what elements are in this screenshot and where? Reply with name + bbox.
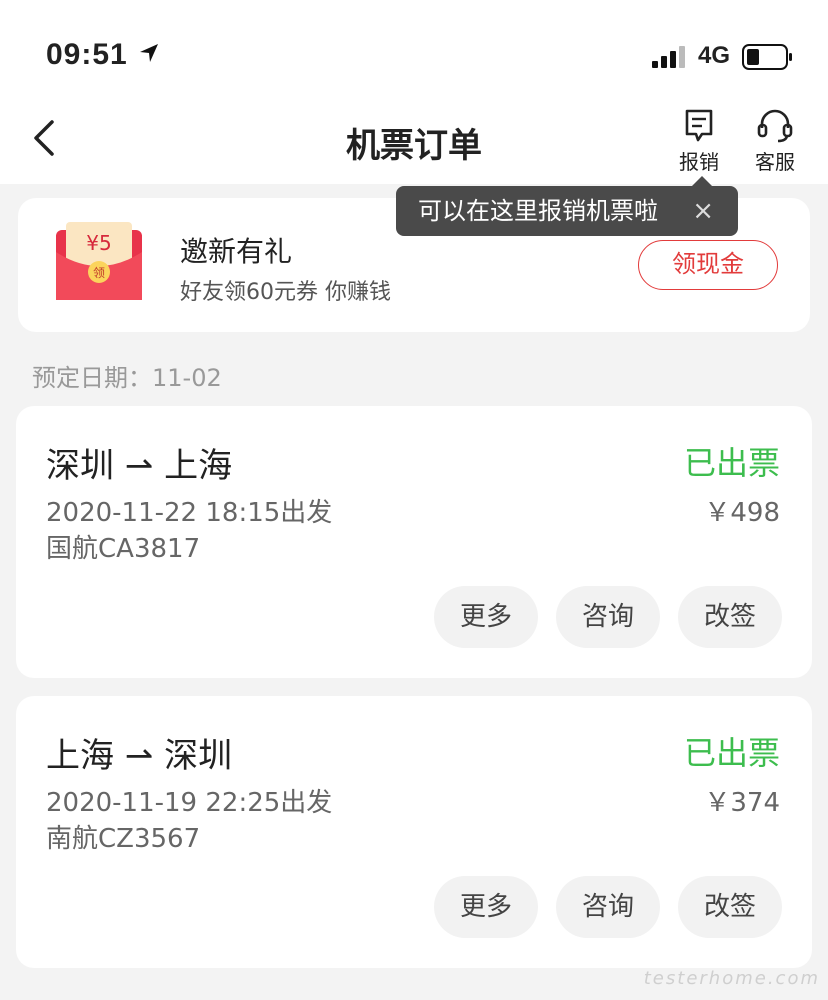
order-actions: 更多 咨询 改签 — [434, 586, 782, 648]
ticket-price: ￥498 — [704, 498, 780, 528]
red-envelope-icon: ¥5 领 — [56, 222, 142, 300]
receipt-icon — [685, 109, 713, 142]
consult-button[interactable]: 咨询 — [556, 876, 660, 938]
more-button[interactable]: 更多 — [434, 876, 538, 938]
booking-date: 预定日期：11-02 — [32, 364, 222, 392]
customer-service-button[interactable]: 客服 — [745, 108, 805, 175]
close-icon[interactable]: × — [692, 186, 714, 236]
status-bar: 09:51 4G — [0, 0, 828, 100]
nav-bar: 机票订单 报销 客服 — [0, 100, 828, 184]
consult-button[interactable]: 咨询 — [556, 586, 660, 648]
departure-time: 2020-11-19 22:25出发 — [46, 788, 333, 818]
order-card[interactable]: 上海 ⇀ 深圳 已出票 2020-11-19 22:25出发 ￥374 南航CZ… — [16, 696, 812, 968]
flight-number: 国航CA3817 — [46, 534, 201, 564]
watermark: testerhome.com — [643, 968, 820, 989]
claim-cash-button[interactable]: 领现金 — [638, 240, 778, 290]
signal-icon — [652, 46, 685, 68]
reimburse-button[interactable]: 报销 — [669, 108, 729, 175]
change-ticket-button[interactable]: 改签 — [678, 586, 782, 648]
envelope-badge: 领 — [93, 266, 105, 280]
battery-icon — [742, 44, 792, 70]
flight-number: 南航CZ3567 — [46, 824, 201, 854]
reimburse-tooltip: 可以在这里报销机票啦 × — [396, 176, 738, 236]
tooltip-text: 可以在这里报销机票啦 — [418, 197, 658, 225]
more-button[interactable]: 更多 — [434, 586, 538, 648]
status-time: 09:51 — [46, 38, 128, 71]
change-ticket-button[interactable]: 改签 — [678, 876, 782, 938]
flight-route: 深圳 ⇀ 上海 — [46, 446, 233, 486]
order-card[interactable]: 深圳 ⇀ 上海 已出票 2020-11-22 18:15出发 ￥498 国航CA… — [16, 406, 812, 678]
envelope-amount: ¥5 — [86, 231, 111, 255]
flight-route: 上海 ⇀ 深圳 — [46, 736, 233, 776]
promo-title: 邀新有礼 — [180, 235, 293, 268]
promo-subtitle: 好友领60元券 你赚钱 — [180, 280, 391, 305]
ticket-price: ￥374 — [704, 788, 780, 818]
network-type: 4G — [698, 42, 731, 69]
ticket-status: 已出票 — [683, 444, 780, 482]
reimburse-label: 报销 — [679, 150, 719, 174]
headset-icon — [757, 109, 793, 143]
location-arrow-icon — [140, 44, 158, 62]
service-label: 客服 — [755, 150, 795, 174]
ticket-status: 已出票 — [683, 734, 780, 772]
order-actions: 更多 咨询 改签 — [434, 876, 782, 938]
departure-time: 2020-11-22 18:15出发 — [46, 498, 333, 528]
